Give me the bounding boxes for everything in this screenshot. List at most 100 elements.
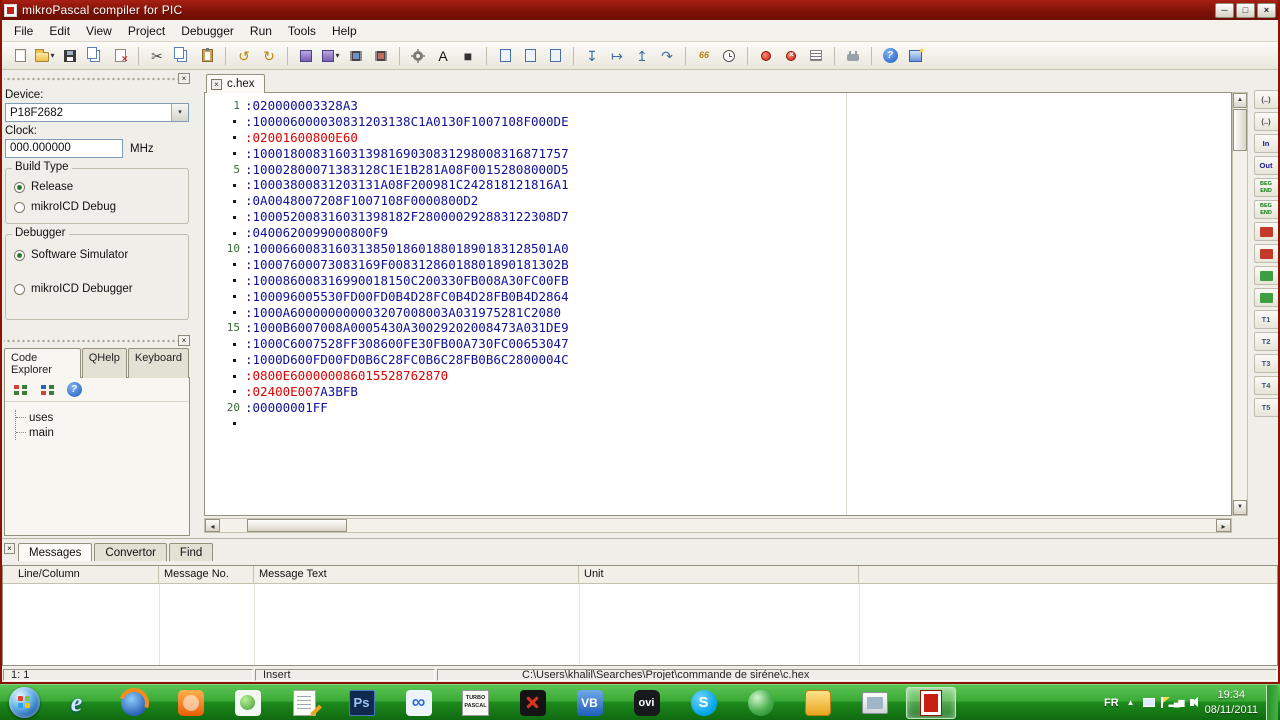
- taskbar-firefox[interactable]: [105, 685, 162, 720]
- vertical-scrollbar[interactable]: ▲ ▼: [1232, 92, 1248, 516]
- explorer-help-button[interactable]: [65, 381, 83, 399]
- snippet-red-2[interactable]: [1253, 244, 1279, 263]
- menu-file[interactable]: File: [6, 21, 41, 41]
- snippet-green-2[interactable]: [1253, 288, 1279, 307]
- taskbar-green-globe-app[interactable]: [732, 685, 789, 720]
- horizontal-scroll-thumb[interactable]: [247, 519, 347, 532]
- panel-drag-grip[interactable]: ×: [4, 73, 190, 84]
- tab-find[interactable]: Find: [168, 543, 214, 561]
- print-preview-button[interactable]: [493, 45, 517, 67]
- panel-close-icon[interactable]: ×: [178, 335, 190, 346]
- minimize-button[interactable]: ─: [1215, 2, 1234, 18]
- close-button[interactable]: ×: [1257, 2, 1276, 18]
- tray-display-icon[interactable]: [1142, 698, 1155, 707]
- toggle-breakpoint-button[interactable]: [754, 45, 778, 67]
- taskbar-skype[interactable]: S: [675, 685, 732, 720]
- scroll-up-icon[interactable]: ▲: [1233, 93, 1247, 108]
- start-button[interactable]: [0, 685, 48, 720]
- taskbar-mikropascal[interactable]: [906, 686, 956, 719]
- snippet-t3[interactable]: T3: [1253, 354, 1279, 373]
- usart-terminal-button[interactable]: [841, 45, 865, 67]
- clock-input[interactable]: 000.000000: [5, 139, 123, 158]
- tab-keyboard[interactable]: Keyboard: [127, 348, 189, 378]
- taskbar-photoshop[interactable]: Ps: [333, 685, 390, 720]
- scroll-left-icon[interactable]: ◂: [205, 519, 220, 532]
- panel-drag-grip[interactable]: ×: [4, 335, 190, 346]
- sidebar-splitter[interactable]: [192, 70, 202, 538]
- column-header-message-text[interactable]: Message Text: [254, 566, 579, 583]
- tray-flag-icon[interactable]: [1160, 697, 1170, 708]
- taskbar-disc-burner[interactable]: [504, 685, 561, 720]
- font-button[interactable]: A: [431, 45, 455, 67]
- column-header-unit[interactable]: Unit: [579, 566, 859, 583]
- export-button[interactable]: [543, 45, 567, 67]
- build-all-button[interactable]: ▾: [319, 45, 343, 67]
- taskbar-blue-swirl-app[interactable]: ∞: [390, 685, 447, 720]
- build-and-program-button[interactable]: [344, 45, 368, 67]
- snippet-begin-end-2[interactable]: BEG END: [1253, 200, 1279, 219]
- save-file-button[interactable]: [58, 45, 82, 67]
- print-button[interactable]: [518, 45, 542, 67]
- snippet-t5[interactable]: T5: [1253, 398, 1279, 417]
- help-button[interactable]: [878, 45, 902, 67]
- stopwatch-button[interactable]: [717, 45, 741, 67]
- tray-expand-icon[interactable]: ▲: [1127, 698, 1135, 707]
- show-desktop-button[interactable]: [1266, 684, 1278, 720]
- column-header-message-no-[interactable]: Message No.: [159, 566, 254, 583]
- scroll-right-icon[interactable]: ▸: [1216, 519, 1231, 532]
- cut-button[interactable]: ✂: [145, 45, 169, 67]
- tray-volume-icon[interactable]: [1189, 697, 1198, 707]
- step-over-button[interactable]: ↦: [605, 45, 629, 67]
- breakpoints-list-button[interactable]: [804, 45, 828, 67]
- save-all-button[interactable]: [83, 45, 107, 67]
- snippet-comment-2[interactable]: (..): [1253, 112, 1279, 131]
- close-file-button[interactable]: [108, 45, 132, 67]
- editor-tab-chex[interactable]: × c.hex: [206, 74, 265, 93]
- column-header-line-column[interactable]: Line/Column: [3, 566, 159, 583]
- taskbar-capture-tool[interactable]: [846, 685, 903, 720]
- radio-option-software-simulator[interactable]: Software Simulator: [14, 249, 180, 261]
- radio-option-mikroicd-debugger[interactable]: mikroICD Debugger: [14, 283, 180, 295]
- horizontal-scrollbar[interactable]: ◂ ▸: [204, 518, 1232, 533]
- tree-item-uses[interactable]: uses: [16, 410, 189, 425]
- taskbar-green-player[interactable]: [219, 685, 276, 720]
- tab-code-explorer[interactable]: Code Explorer: [4, 348, 81, 378]
- step-out-button[interactable]: ↥: [630, 45, 654, 67]
- taskbar-turbo-pascal[interactable]: TURBO PASCAL: [447, 685, 504, 720]
- snippet-t2[interactable]: T2: [1253, 332, 1279, 351]
- taskbar-media-player[interactable]: [162, 685, 219, 720]
- tab-messages[interactable]: Messages: [18, 543, 93, 561]
- snippet-red-1[interactable]: [1253, 222, 1279, 241]
- clear-breakpoints-button[interactable]: [779, 45, 803, 67]
- tray-network-icon[interactable]: ▂▄▆: [1169, 698, 1185, 707]
- taskbar-ovi-suite[interactable]: ovi: [618, 685, 675, 720]
- combo-dropdown-icon[interactable]: ▾: [171, 104, 188, 121]
- snippet-t4[interactable]: T4: [1253, 376, 1279, 395]
- menu-run[interactable]: Run: [242, 21, 280, 41]
- code-editor[interactable]: 1:020000003328A3:100006000030831203138C1…: [204, 92, 1232, 516]
- vertical-scroll-thumb[interactable]: [1233, 109, 1247, 151]
- tab-close-icon[interactable]: ×: [211, 78, 222, 90]
- menu-tools[interactable]: Tools: [280, 21, 324, 41]
- radio-option-mikroicd-debug[interactable]: mikroICD Debug: [14, 201, 180, 213]
- snippet-in[interactable]: In: [1253, 134, 1279, 153]
- scroll-down-icon[interactable]: ▼: [1233, 500, 1247, 515]
- language-indicator[interactable]: FR: [1104, 697, 1119, 709]
- snippet-begin-end-1[interactable]: BEG END: [1253, 178, 1279, 197]
- snippet-out[interactable]: Out: [1253, 156, 1279, 175]
- menu-debugger[interactable]: Debugger: [173, 21, 242, 41]
- snippet-t1[interactable]: T1: [1253, 310, 1279, 329]
- taskbar-internet-explorer[interactable]: e: [48, 685, 105, 720]
- open-file-button[interactable]: ▾: [33, 45, 57, 67]
- redo-button[interactable]: ↻: [257, 45, 281, 67]
- step-into-button[interactable]: ↧: [580, 45, 604, 67]
- watch-values-button[interactable]: 66: [692, 45, 716, 67]
- menu-project[interactable]: Project: [120, 21, 173, 41]
- taskbar-visual-basic[interactable]: VB: [561, 685, 618, 720]
- panel-close-icon[interactable]: ×: [178, 73, 190, 84]
- explorer-collapse-button[interactable]: [38, 381, 56, 399]
- taskbar-text-editor[interactable]: [276, 685, 333, 720]
- tree-item-main[interactable]: main: [16, 425, 189, 440]
- options-button[interactable]: [406, 45, 430, 67]
- project-wizard-button[interactable]: [903, 45, 927, 67]
